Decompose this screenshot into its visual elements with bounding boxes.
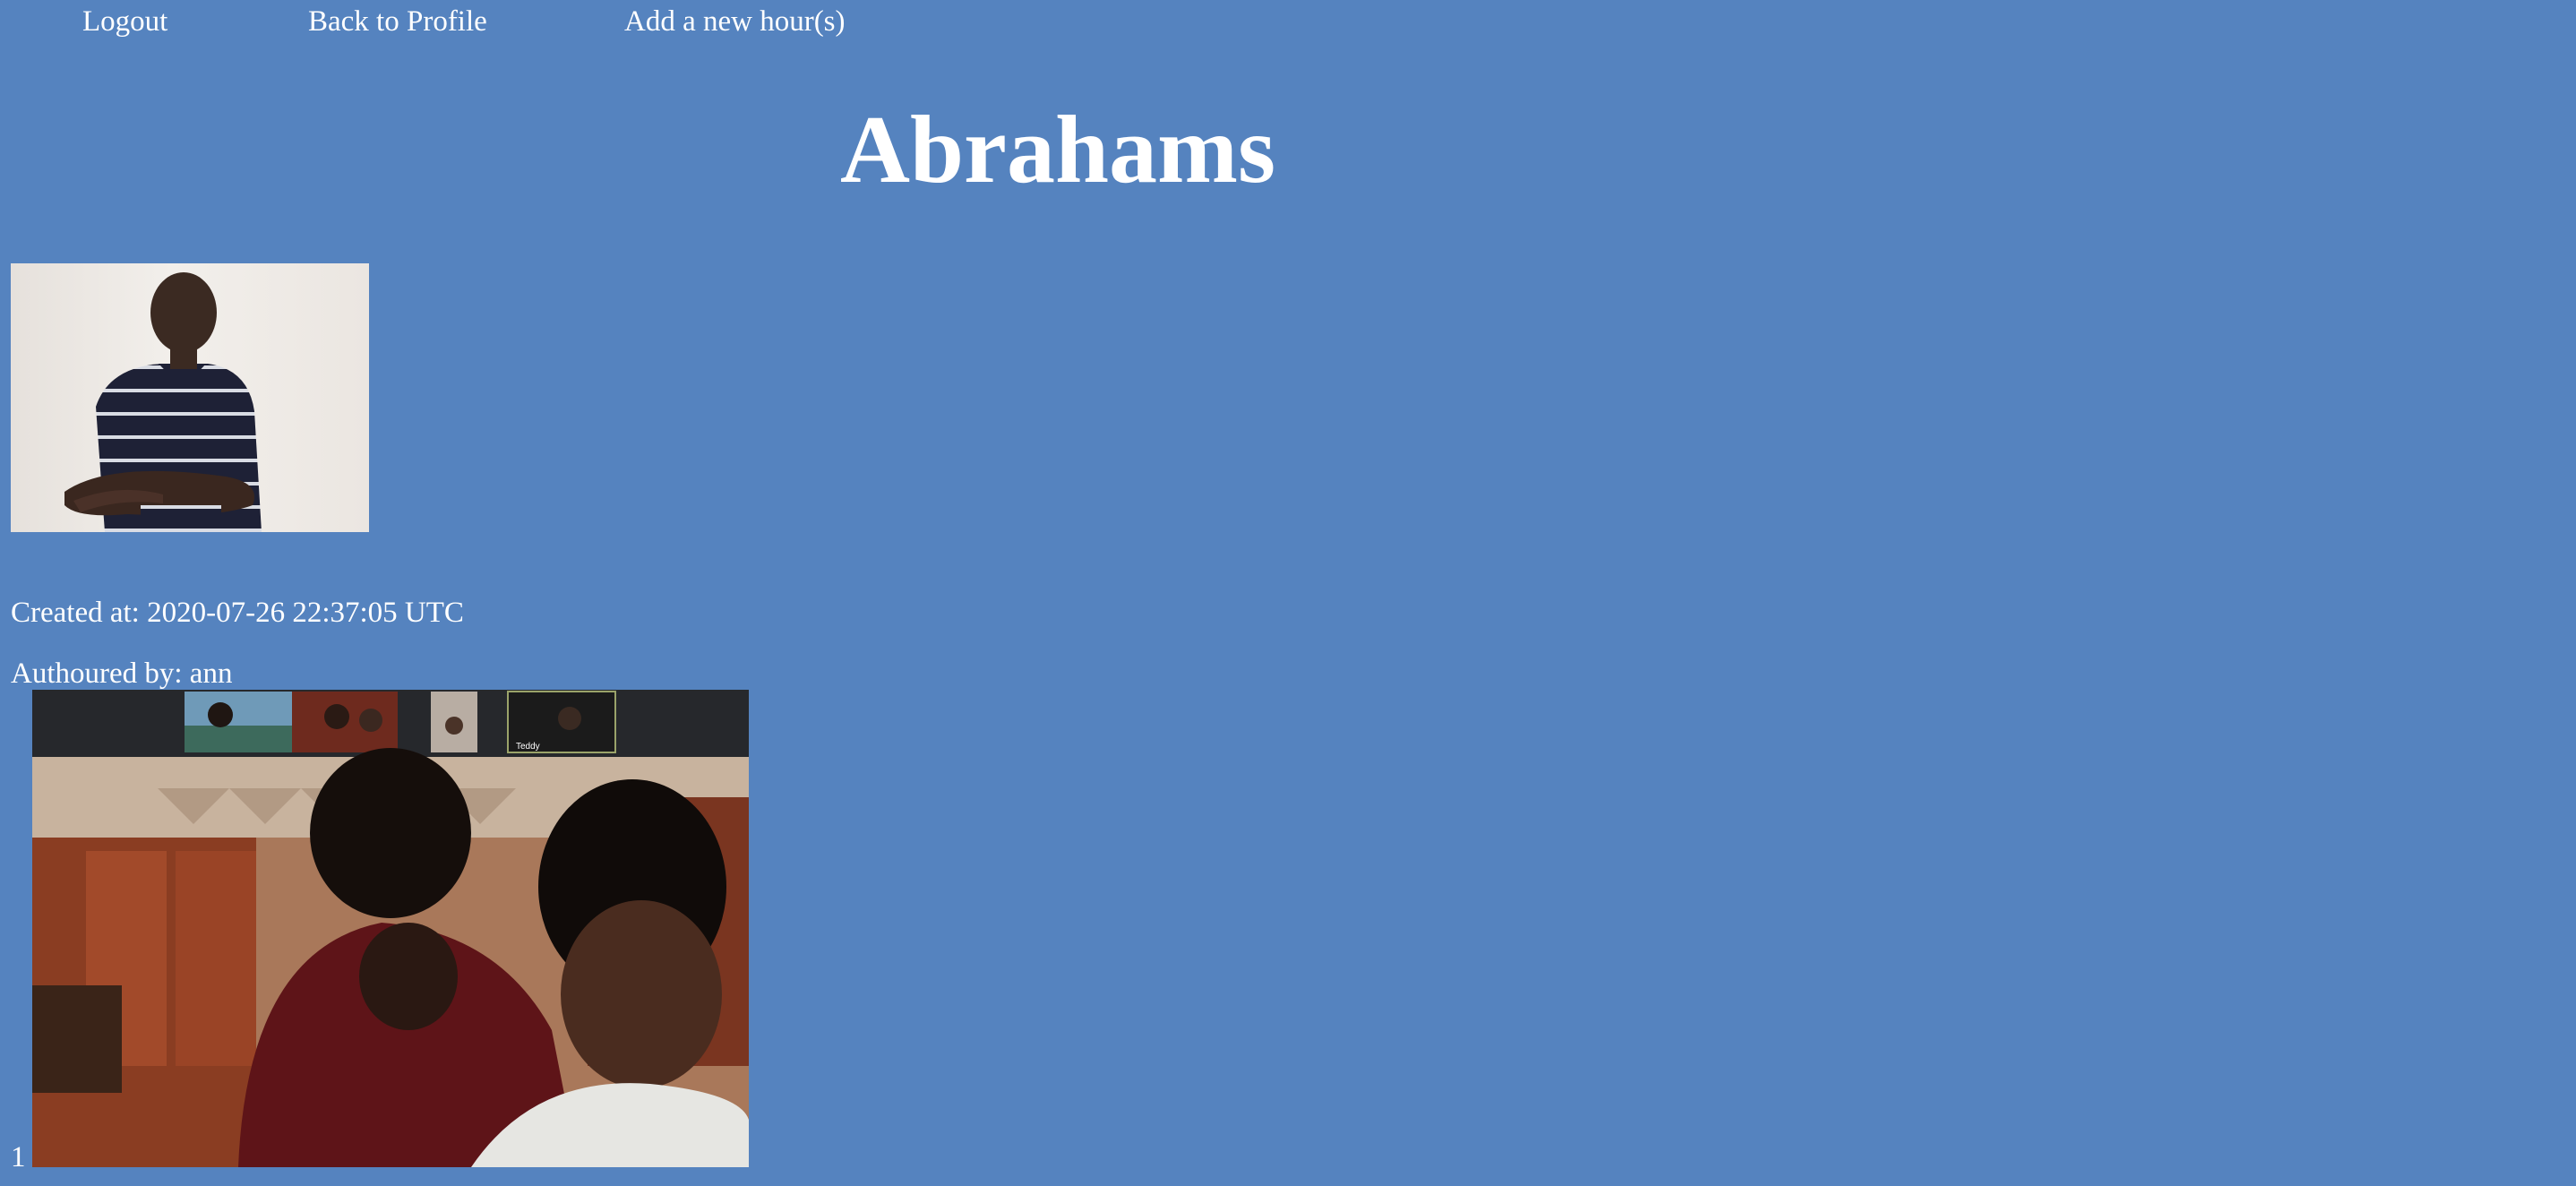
- page-title: Abrahams: [840, 97, 1276, 203]
- thumbnail-label: Teddy: [516, 742, 540, 752]
- page: Logout Back to Profile Add a new hour(s)…: [0, 0, 2576, 1186]
- add-hours-link[interactable]: Add a new hour(s): [624, 4, 846, 39]
- video-call-screenshot: Teddy: [32, 690, 749, 1167]
- profile-photo: [11, 263, 369, 532]
- back-to-profile-link[interactable]: Back to Profile: [308, 4, 487, 39]
- authored-by-text: Authoured by: ann: [11, 657, 233, 690]
- entry-number: 1: [11, 1141, 26, 1173]
- entry-photo: Teddy: [32, 690, 749, 1167]
- logout-link[interactable]: Logout: [82, 4, 167, 39]
- profile-photo-illustration: [64, 272, 262, 532]
- created-at-text: Created at: 2020-07-26 22:37:05 UTC: [11, 597, 464, 629]
